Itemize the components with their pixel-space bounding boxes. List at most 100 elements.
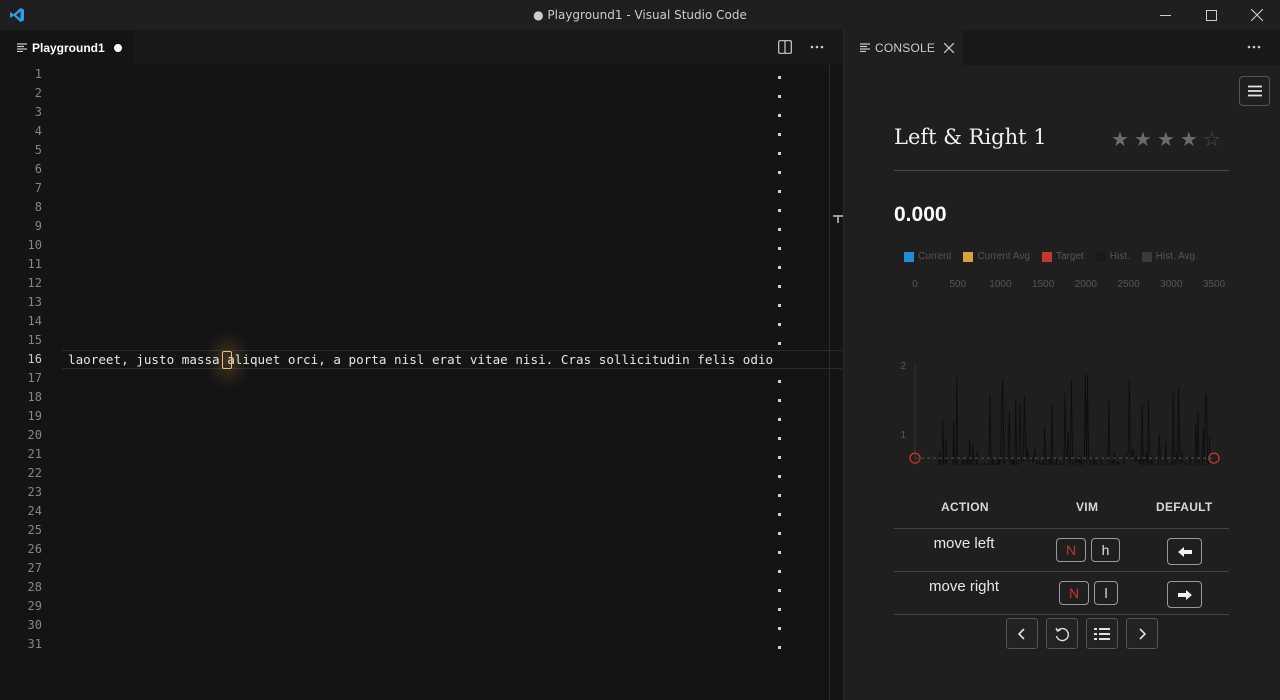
default-key-left <box>1167 538 1202 565</box>
vim-key-h: h <box>1091 538 1120 562</box>
next-button[interactable] <box>1126 618 1158 649</box>
x-top-tick-label: 0 <box>912 279 918 290</box>
ruler-dot <box>778 475 781 478</box>
left-arrow-icon <box>1177 546 1192 557</box>
ruler-dot <box>778 380 781 383</box>
window-title: ● Playground1 - Visual Studio Code <box>533 8 747 22</box>
ruler-dot <box>778 285 781 288</box>
line-number: 29 <box>27 599 42 613</box>
line-number: 5 <box>34 143 42 157</box>
text-cursor <box>222 351 232 369</box>
list-button[interactable] <box>1086 618 1118 649</box>
legend-item[interactable]: Hist. Avg. <box>1141 251 1198 262</box>
line-number: 2 <box>34 86 42 100</box>
star-filled-icon: ★ <box>1179 127 1198 151</box>
score-chart: 0500100015002000250030003500123012 <box>900 279 1226 465</box>
header-default: DEFAULT <box>1156 500 1213 514</box>
close-icon <box>1251 9 1263 21</box>
line-number: 7 <box>34 181 42 195</box>
ellipsis-icon <box>1247 45 1261 49</box>
ruler-dot <box>778 627 781 630</box>
reset-icon <box>1055 627 1069 641</box>
ruler-dot <box>778 437 781 440</box>
x-top-tick-label: 2500 <box>1117 279 1140 290</box>
tab-playground1[interactable]: Playground1 <box>0 30 133 65</box>
panel-more-actions-button[interactable] <box>1246 39 1262 55</box>
maximize-button[interactable] <box>1188 0 1234 30</box>
scroll-marker-icon <box>833 215 843 223</box>
line-number: 3 <box>34 105 42 119</box>
minimize-button[interactable] <box>1142 0 1188 30</box>
x-top-tick-label: 1500 <box>1032 279 1055 290</box>
tab-console[interactable]: CONSOLE <box>844 30 962 65</box>
legend-swatch <box>1095 251 1106 262</box>
split-editor-icon <box>778 40 792 54</box>
action-move-left: move left <box>933 535 995 552</box>
legend-item[interactable]: Current <box>904 251 951 262</box>
legend-item[interactable]: Current Avg <box>963 251 1030 262</box>
ruler-dot <box>778 342 781 345</box>
line-number: 24 <box>27 504 42 518</box>
line-number: 31 <box>27 637 42 651</box>
legend-swatch <box>1041 251 1052 262</box>
x-top-tick-label: 3500 <box>1203 279 1226 290</box>
line-number: 27 <box>27 561 42 575</box>
ruler-dot <box>778 551 781 554</box>
x-top-tick-label: 3000 <box>1160 279 1183 290</box>
reset-button[interactable] <box>1046 618 1078 649</box>
line-number: 9 <box>34 219 42 233</box>
split-editor-button[interactable] <box>777 39 793 55</box>
hamburger-icon <box>1247 85 1262 97</box>
ruler-dot <box>778 456 781 459</box>
line-number: 21 <box>27 447 42 461</box>
editor-more-actions-button[interactable] <box>809 39 825 55</box>
line-number: 17 <box>27 371 42 385</box>
previous-button[interactable] <box>1006 618 1038 649</box>
line-number: 26 <box>27 542 42 556</box>
ruler-dot <box>778 323 781 326</box>
legend-label: Hist. Avg. <box>1155 251 1198 262</box>
code-editor[interactable]: 1 2 3 4 5 6 7 8 9 10 11 12 13 14 15 16 17 18 19 20 21 22 23 24 2… <box>0 65 843 700</box>
line-number: 25 <box>27 523 42 537</box>
legend-label: Hist. <box>1109 251 1130 262</box>
x-top-tick-label: 1000 <box>989 279 1012 290</box>
legend-item[interactable]: Target <box>1041 251 1084 262</box>
legend-item[interactable]: Hist. <box>1095 251 1130 262</box>
close-tab-icon[interactable] <box>944 42 955 53</box>
vim-key-l: l <box>1094 581 1118 605</box>
y-tick-label: 2 <box>900 361 906 372</box>
chart-legend: Current Current Avg Target Hist. Hist. Avg. <box>904 251 1198 262</box>
line-number: 18 <box>27 390 42 404</box>
ruler-dot <box>778 608 781 611</box>
list-icon <box>1094 627 1110 640</box>
action-move-right: move right <box>928 578 1000 595</box>
ruler-dot <box>778 589 781 592</box>
score-value: 0.000 <box>894 203 947 226</box>
ruler-dot <box>778 171 781 174</box>
minimize-icon <box>1159 14 1171 16</box>
table-rule <box>894 614 1229 615</box>
code-line-16[interactable]: laoreet, justo massa aliquet orci, a por… <box>68 350 773 369</box>
ellipsis-icon <box>810 45 824 49</box>
x-top-tick-label: 2000 <box>1075 279 1098 290</box>
ruler-dot <box>778 266 781 269</box>
ruler-dot <box>778 418 781 421</box>
ruler-dot <box>778 304 781 307</box>
ruler-dot <box>778 95 781 98</box>
table-rule <box>894 528 1229 529</box>
ruler-dot <box>778 399 781 402</box>
line-number: 30 <box>27 618 42 632</box>
menu-button[interactable] <box>1239 76 1270 106</box>
legend-swatch <box>904 251 914 262</box>
ruler-dot <box>778 494 781 497</box>
x-top-tick-label: 500 <box>949 279 966 290</box>
y-tick-label: 1 <box>900 430 906 441</box>
header-action: ACTION <box>941 500 989 514</box>
hist-series-line <box>938 373 1211 465</box>
editor-tab-bar: Playground1 <box>0 30 843 65</box>
close-window-button[interactable] <box>1234 0 1280 30</box>
rating-stars: ★ ★ ★ ★ ☆ <box>1111 128 1221 150</box>
unsaved-dot-icon[interactable] <box>113 43 122 52</box>
editor-scrollbar[interactable] <box>829 65 843 700</box>
line-number: 19 <box>27 409 42 423</box>
